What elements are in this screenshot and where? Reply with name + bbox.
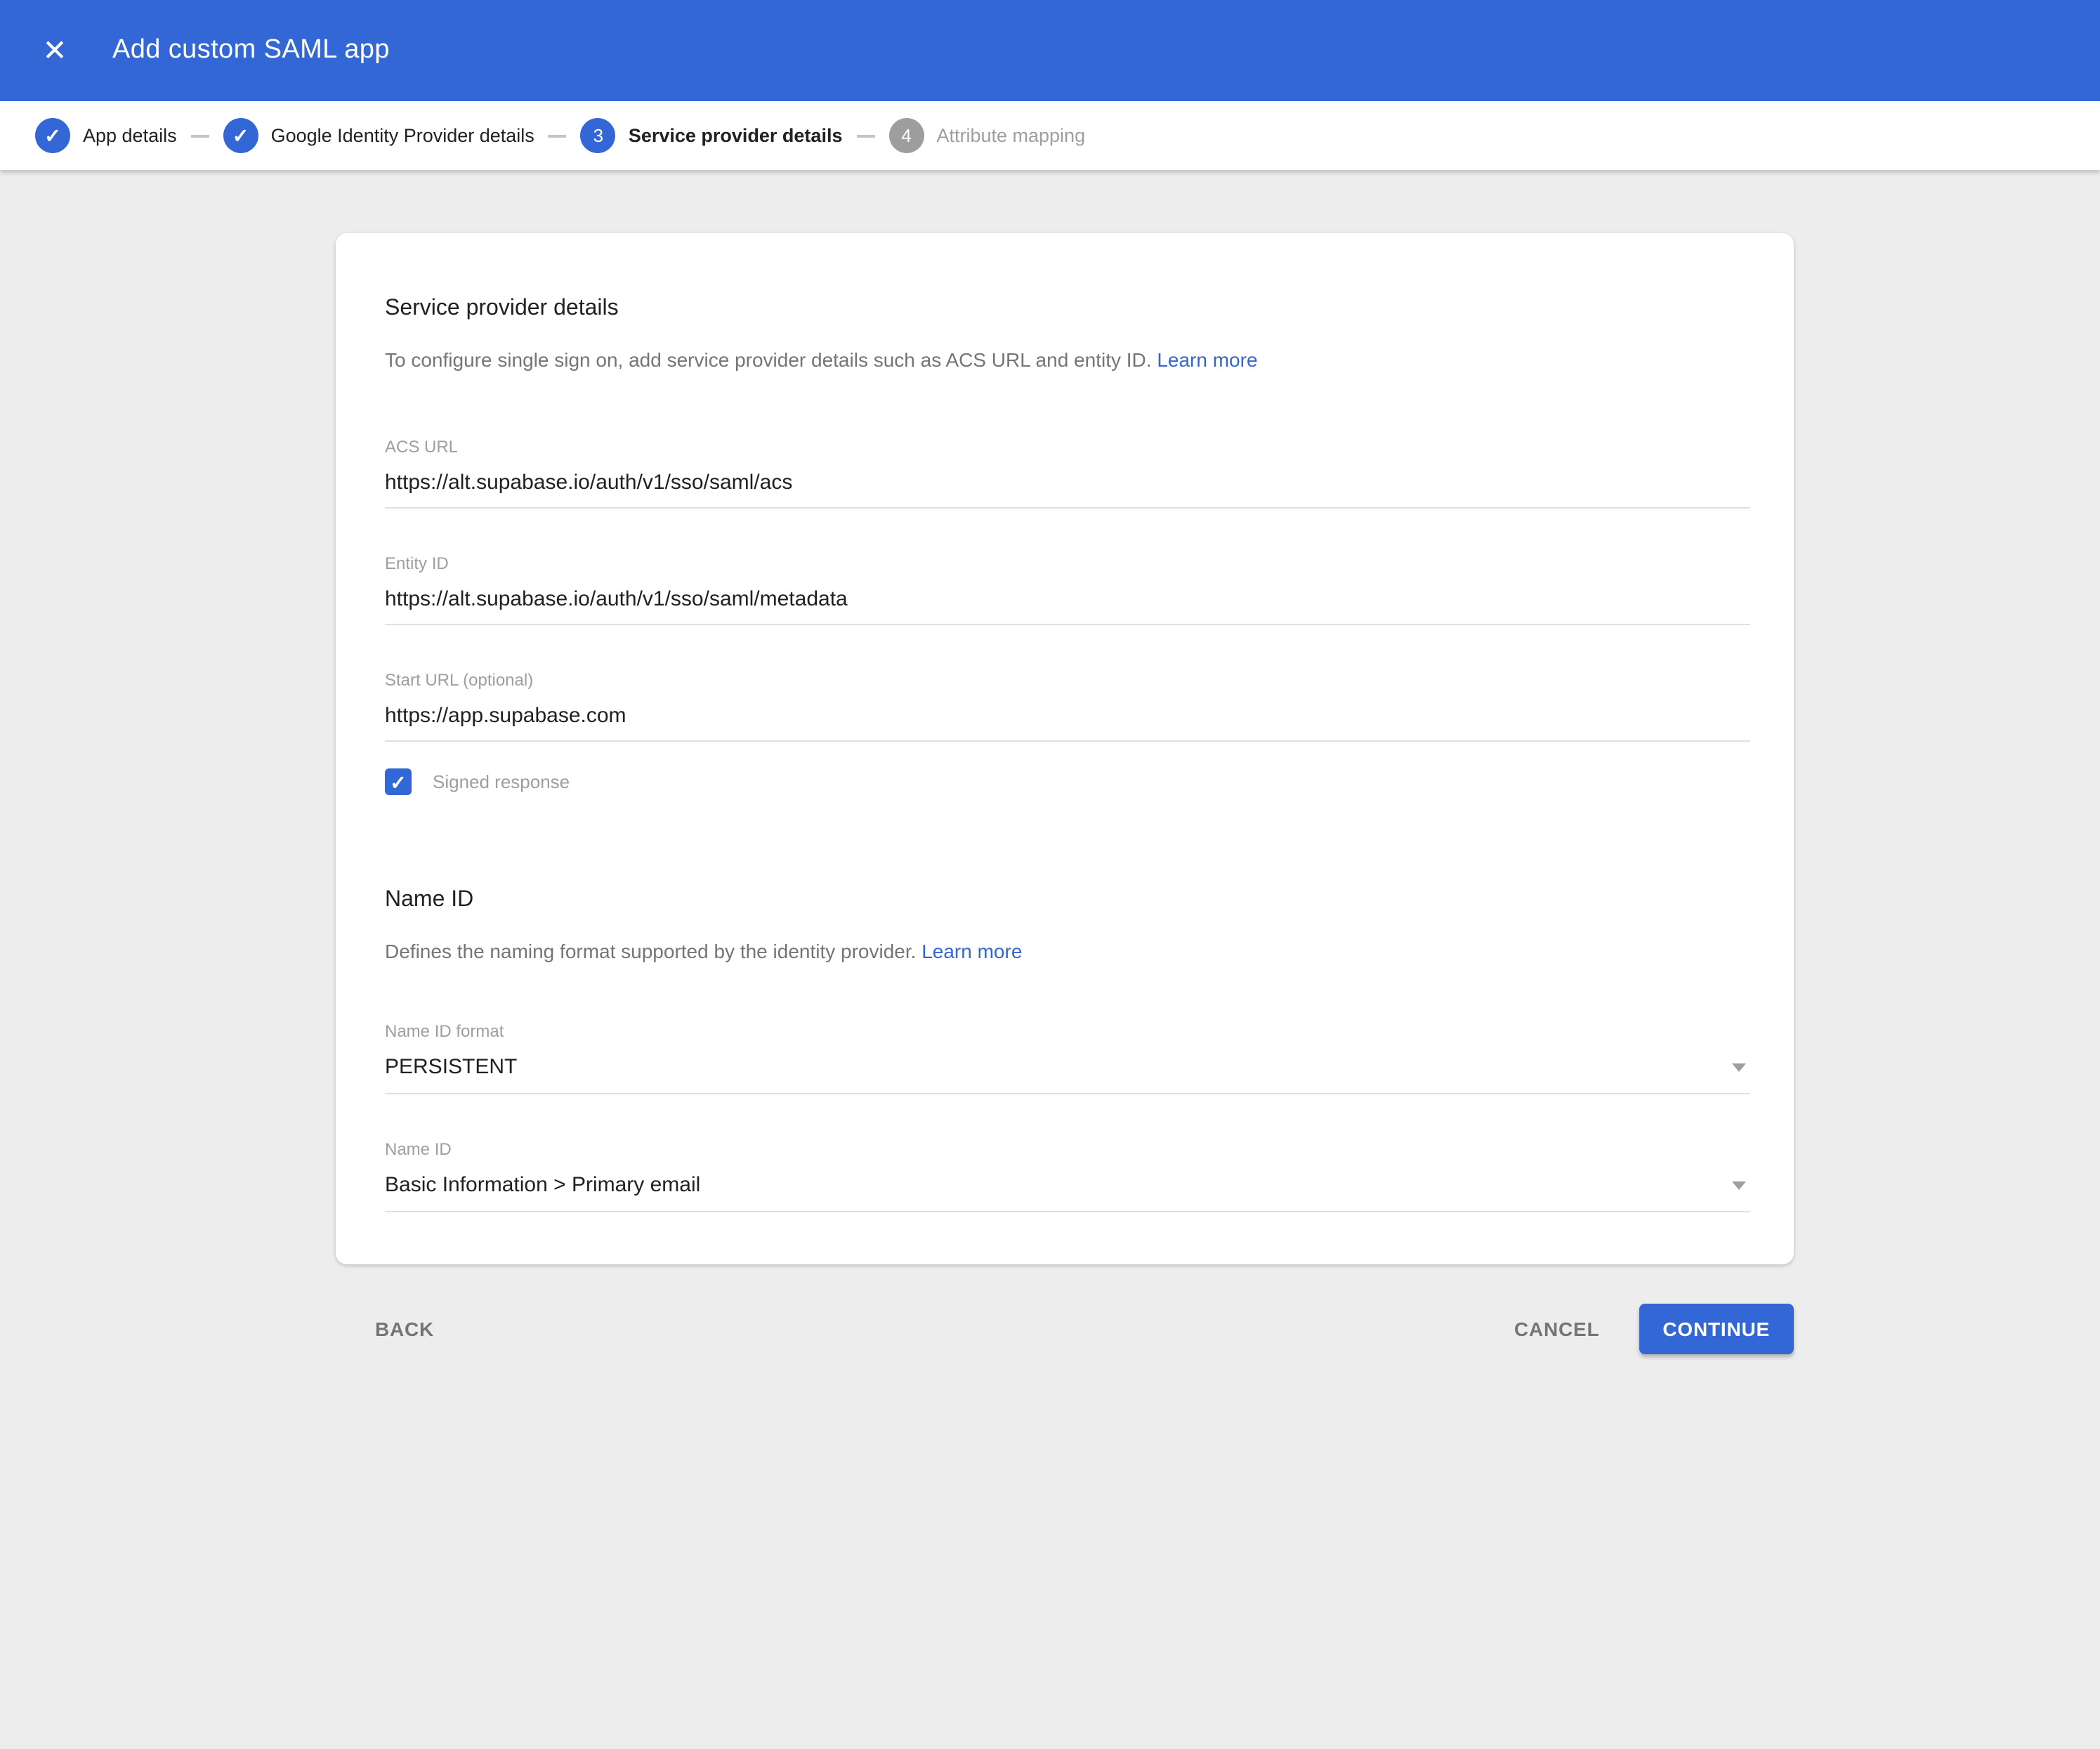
- step-app-details[interactable]: ✓ App details: [35, 118, 177, 153]
- start-url-field: Start URL (optional): [385, 669, 1750, 741]
- signed-response-row: ✓ Signed response: [385, 766, 1750, 797]
- acs-url-label: ACS URL: [385, 436, 1750, 456]
- footer-actions: BACK CANCEL CONTINUE: [336, 1303, 1794, 1354]
- close-icon[interactable]: ✕: [35, 31, 74, 70]
- acs-url-field: ACS URL: [385, 436, 1750, 508]
- learn-more-link[interactable]: Learn more: [1157, 348, 1257, 370]
- main-content: Service provider details To configure si…: [0, 170, 2100, 1354]
- entity-id-field: Entity ID: [385, 553, 1750, 624]
- entity-id-underline: [385, 585, 1750, 624]
- name-id-format-label: Name ID format: [385, 1021, 1750, 1040]
- step-google-idp-details[interactable]: ✓ Google Identity Provider details: [223, 118, 534, 153]
- service-provider-card: Service provider details To configure si…: [336, 233, 1794, 1264]
- dialog-title: Add custom SAML app: [112, 35, 390, 66]
- entity-id-label: Entity ID: [385, 553, 1750, 572]
- acs-url-input[interactable]: [385, 469, 1750, 497]
- name-id-select[interactable]: Basic Information > Primary email: [385, 1171, 1750, 1212]
- card-title: Service provider details: [385, 296, 1750, 321]
- name-id-value: Basic Information > Primary email: [385, 1171, 700, 1199]
- step-label: App details: [83, 125, 177, 146]
- name-id-format-select[interactable]: PERSISTENT: [385, 1053, 1750, 1094]
- name-id-field: Name ID Basic Information > Primary emai…: [385, 1139, 1750, 1212]
- start-url-underline: [385, 702, 1750, 741]
- back-button[interactable]: BACK: [375, 1317, 434, 1339]
- step-label: Google Identity Provider details: [271, 125, 534, 146]
- start-url-input[interactable]: [385, 702, 1750, 730]
- name-id-description: Defines the naming format supported by t…: [385, 936, 1750, 964]
- step-complete-indicator: ✓: [35, 118, 70, 153]
- page: ✕ Add custom SAML app ✓ App details ✓ Go…: [0, 0, 2100, 1749]
- dropdown-arrow-icon: [1732, 1063, 1746, 1071]
- app-bar: ✕ Add custom SAML app: [0, 0, 2100, 101]
- check-icon: ✓: [232, 125, 249, 145]
- signed-response-label: Signed response: [433, 771, 570, 792]
- name-id-format-value: PERSISTENT: [385, 1053, 517, 1081]
- step-number-indicator: 3: [581, 118, 616, 153]
- step-service-provider-details[interactable]: 3 Service provider details: [581, 118, 843, 153]
- entity-id-input[interactable]: [385, 585, 1750, 613]
- name-id-description-text: Defines the naming format supported by t…: [385, 939, 916, 962]
- continue-button[interactable]: CONTINUE: [1639, 1303, 1794, 1354]
- wizard-stepper: ✓ App details ✓ Google Identity Provider…: [0, 101, 2100, 170]
- name-id-section-title: Name ID: [385, 887, 1750, 912]
- step-complete-indicator: ✓: [223, 118, 258, 153]
- dropdown-arrow-icon: [1732, 1181, 1746, 1189]
- check-icon: ✓: [44, 125, 60, 145]
- step-number-indicator: 4: [888, 118, 924, 153]
- footer-actions-right: CANCEL CONTINUE: [1514, 1303, 1794, 1354]
- step-attribute-mapping[interactable]: 4 Attribute mapping: [888, 118, 1085, 153]
- step-connector: [549, 134, 567, 137]
- step-connector: [191, 134, 209, 137]
- cancel-button[interactable]: CANCEL: [1514, 1317, 1599, 1339]
- step-label: Service provider details: [629, 125, 843, 146]
- card-description-text: To configure single sign on, add service…: [385, 348, 1152, 370]
- learn-more-link[interactable]: Learn more: [921, 939, 1022, 962]
- start-url-label: Start URL (optional): [385, 669, 1750, 689]
- step-label: Attribute mapping: [936, 125, 1085, 146]
- acs-url-underline: [385, 469, 1750, 508]
- card-description: To configure single sign on, add service…: [385, 345, 1750, 373]
- name-id-format-field: Name ID format PERSISTENT: [385, 1021, 1750, 1094]
- checkmark-icon: ✓: [390, 772, 406, 792]
- name-id-label: Name ID: [385, 1139, 1750, 1158]
- step-connector: [856, 134, 874, 137]
- signed-response-checkbox[interactable]: ✓: [385, 768, 412, 795]
